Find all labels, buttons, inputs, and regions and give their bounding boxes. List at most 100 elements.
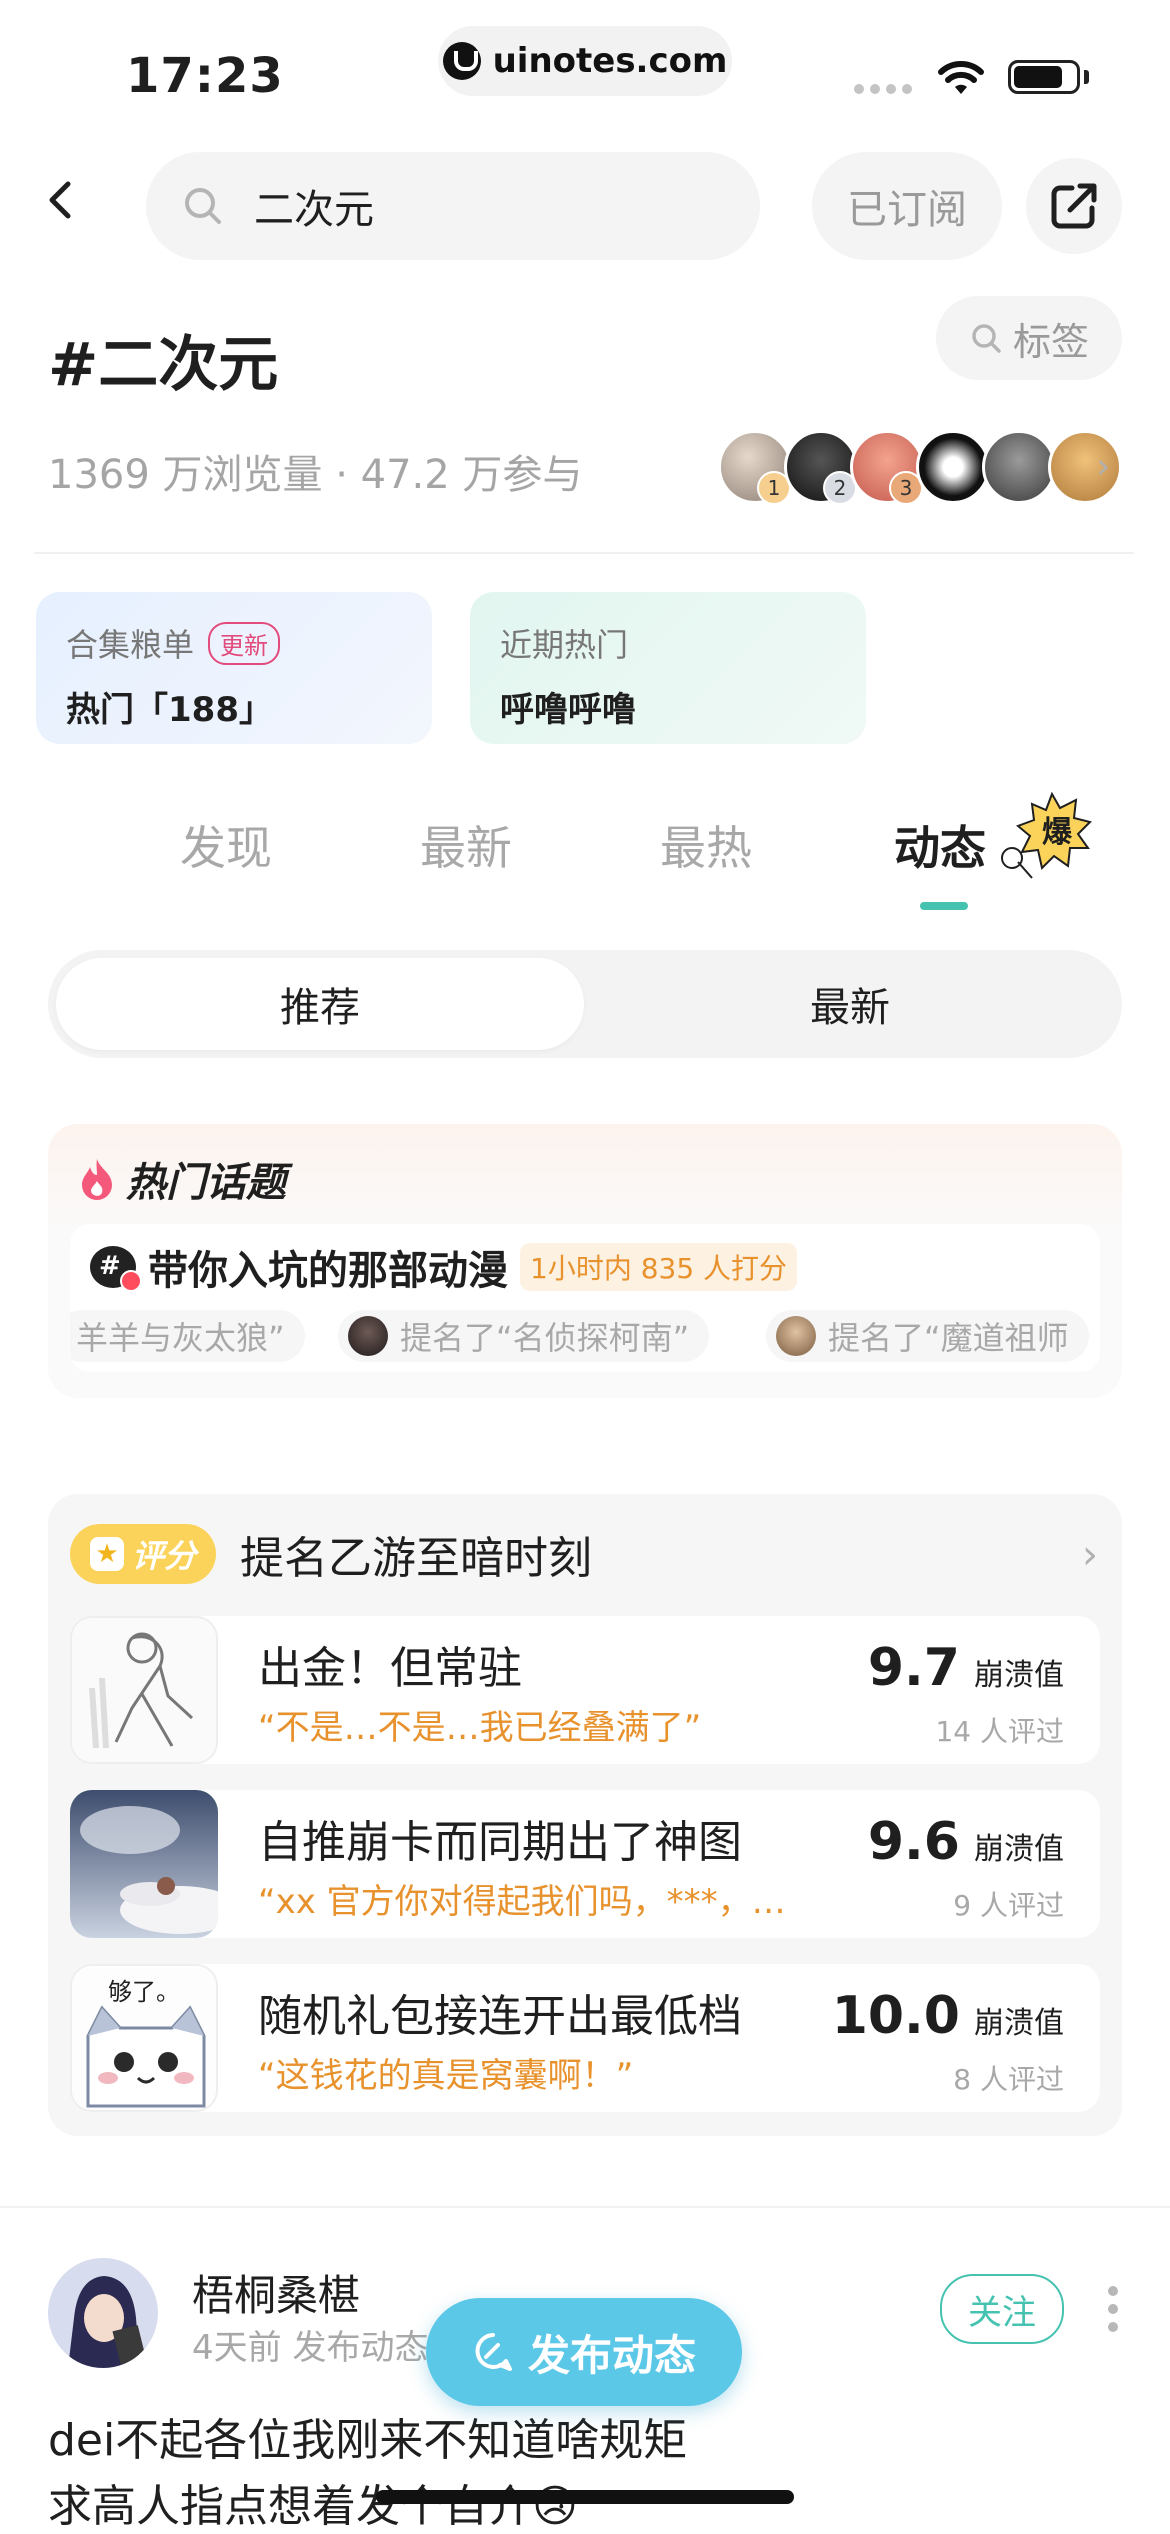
tab-hottest[interactable]: 最热 bbox=[660, 812, 752, 878]
search-bar[interactable]: 二次元 bbox=[146, 152, 760, 260]
hot-topics-title: 热门话题 bbox=[126, 1160, 286, 1206]
avatar bbox=[1048, 430, 1122, 504]
rating-badge-label: 评分 bbox=[131, 1537, 196, 1575]
site-logo-icon bbox=[442, 42, 481, 80]
item-score-unit: 崩溃值 bbox=[974, 1832, 1064, 1867]
flame-icon bbox=[82, 1159, 112, 1200]
avatar bbox=[982, 430, 1056, 504]
rating-item[interactable]: 够了。 随机礼包接连开出最低档 “这钱花的真是窝囊啊！” 10.0 崩溃值 8 人… bbox=[70, 1964, 1100, 2112]
home-indicator bbox=[376, 2490, 794, 2504]
avatar: 1 bbox=[718, 430, 792, 505]
search-text: 二次元 bbox=[254, 187, 374, 233]
participant-avatars[interactable]: 1 2 3 bbox=[718, 430, 1122, 505]
battery-icon bbox=[1008, 60, 1080, 94]
card-label: 合集粮单 bbox=[66, 626, 195, 664]
back-arrow-icon[interactable] bbox=[40, 180, 80, 220]
item-score: 9.7 bbox=[867, 1638, 960, 1698]
recent-hot-card[interactable]: 近期热门 呼噜呼噜 bbox=[470, 592, 866, 744]
avatar[interactable] bbox=[48, 2258, 158, 2368]
hot-topics-section: 热门话题 # 带你入坑的那部动漫 1小时内 835 人打分 羊羊与灰太狼” 提名… bbox=[48, 1124, 1122, 1398]
post-text-line: dei不起各位我刚来不知道啥规矩 bbox=[48, 2415, 688, 2466]
publish-button[interactable]: 发布动态 bbox=[426, 2298, 742, 2406]
item-title: 随机礼包接连开出最低档 bbox=[258, 1991, 742, 2042]
rating-section: ★ 评分 提名乙游至暗时刻 › 出金！但常驻 “不是…不是…我已经叠满了” 9.… bbox=[48, 1494, 1122, 2136]
avatar bbox=[916, 430, 990, 504]
wifi-icon bbox=[938, 61, 984, 94]
status-time: 17:23 bbox=[126, 48, 284, 104]
update-badge: 更新 bbox=[208, 621, 281, 665]
avatar bbox=[348, 1316, 388, 1356]
tab-discover[interactable]: 发现 bbox=[180, 812, 272, 878]
nomination-chip[interactable]: 提名了“魔道祖师 bbox=[766, 1310, 1089, 1362]
item-score-unit: 崩溃值 bbox=[974, 1658, 1064, 1693]
subscribed-button[interactable]: 已订阅 bbox=[812, 152, 1002, 260]
chip-text: 羊羊与灰太狼” bbox=[76, 1319, 285, 1357]
more-icon[interactable] bbox=[1108, 2286, 1118, 2332]
segment-latest[interactable]: 最新 bbox=[586, 958, 1114, 1050]
search-icon bbox=[185, 188, 221, 224]
follow-button[interactable]: 关注 bbox=[940, 2274, 1064, 2344]
signal-icon bbox=[854, 84, 912, 94]
avatar: 2 bbox=[784, 430, 858, 505]
item-count: 14 人评过 bbox=[935, 1715, 1064, 1748]
item-count: 9 人评过 bbox=[953, 1889, 1064, 1922]
hot-topic-title: 带你入坑的那部动漫 bbox=[148, 1248, 508, 1294]
item-title: 自推崩卡而同期出了神图 bbox=[258, 1817, 742, 1868]
publish-label: 发布动态 bbox=[527, 2330, 696, 2380]
active-tab-indicator bbox=[920, 902, 968, 910]
avatar: 3 bbox=[850, 430, 924, 505]
item-count: 8 人评过 bbox=[953, 2063, 1064, 2096]
post-username[interactable]: 梧桐桑椹 bbox=[192, 2262, 360, 2323]
rating-header[interactable]: ★ 评分 提名乙游至暗时刻 bbox=[70, 1522, 592, 1586]
rating-badge: ★ 评分 bbox=[70, 1524, 216, 1584]
item-score: 9.6 bbox=[867, 1812, 960, 1872]
avatar bbox=[776, 1316, 816, 1356]
chip-text: 提名了“名侦探柯南” bbox=[400, 1319, 690, 1357]
burst-icon: 爆 bbox=[1001, 791, 1092, 879]
item-thumbnail bbox=[70, 1616, 218, 1764]
tab-latest[interactable]: 最新 bbox=[420, 812, 512, 878]
topic-title: #二次元 bbox=[48, 330, 279, 400]
collection-card[interactable]: 合集粮单 更新 热门「188」 bbox=[36, 592, 432, 744]
item-quote: “xx 官方你对得起我们吗，***，… bbox=[258, 1874, 786, 1923]
battery-tip bbox=[1084, 70, 1089, 84]
item-quote: “不是…不是…我已经叠满了” bbox=[258, 1700, 702, 1749]
tag-button-label: 标签 bbox=[1012, 319, 1089, 364]
burst-text: 爆 bbox=[1042, 815, 1073, 850]
item-score: 10.0 bbox=[831, 1986, 960, 2046]
topic-stats: 1369 万浏览量 · 47.2 万参与 bbox=[48, 452, 583, 498]
share-icon bbox=[1051, 183, 1097, 229]
publish-icon bbox=[475, 2333, 512, 2371]
tab-activity[interactable]: 动态 bbox=[894, 812, 986, 878]
item-quote: “这钱花的真是窝囊啊！” bbox=[258, 2048, 634, 2097]
search-icon bbox=[972, 324, 1001, 353]
item-title: 出金！但常驻 bbox=[258, 1643, 522, 1694]
chevron-right-icon[interactable]: › bbox=[1096, 446, 1110, 487]
card-label: 近期热门 bbox=[500, 626, 629, 664]
item-thumbnail bbox=[70, 1790, 218, 1938]
item-score-unit: 崩溃值 bbox=[974, 2006, 1064, 2041]
divider bbox=[34, 552, 1134, 554]
burst-badge: 爆 bbox=[992, 791, 1092, 886]
thumb-caption: 够了。 bbox=[108, 1978, 180, 2006]
url-text: uinotes.com bbox=[492, 41, 728, 81]
nomination-chip[interactable]: 羊羊与灰太狼” bbox=[70, 1310, 305, 1362]
chevron-right-icon[interactable]: › bbox=[1082, 1532, 1098, 1578]
rating-item[interactable]: 出金！但常驻 “不是…不是…我已经叠满了” 9.7 崩溃值 14 人评过 bbox=[70, 1616, 1100, 1764]
item-thumbnail: 够了。 bbox=[70, 1964, 218, 2112]
post-meta: 4天前 发布动态 bbox=[192, 2328, 429, 2368]
chip-text: 提名了“魔道祖师 bbox=[828, 1319, 1069, 1357]
hot-topic-card[interactable]: # 带你入坑的那部动漫 1小时内 835 人打分 羊羊与灰太狼” 提名了“名侦探… bbox=[70, 1224, 1100, 1372]
tag-button[interactable]: 标签 bbox=[936, 296, 1122, 380]
card-value: 热门「188」 bbox=[66, 690, 273, 730]
url-pill[interactable]: uinotes.com bbox=[438, 26, 732, 96]
divider bbox=[0, 2206, 1170, 2208]
segment-recommend[interactable]: 推荐 bbox=[56, 958, 584, 1050]
share-button[interactable] bbox=[1026, 158, 1122, 254]
nomination-chip[interactable]: 提名了“名侦探柯南” bbox=[338, 1310, 710, 1362]
card-value: 呼噜呼噜 bbox=[500, 690, 636, 730]
hot-topic-badge: 1小时内 835 人打分 bbox=[520, 1243, 798, 1291]
star-icon: ★ bbox=[89, 1537, 124, 1571]
rating-item[interactable]: 自推崩卡而同期出了神图 “xx 官方你对得起我们吗，***，… 9.6 崩溃值 9… bbox=[70, 1790, 1100, 1938]
topic-icon: # bbox=[90, 1246, 142, 1292]
